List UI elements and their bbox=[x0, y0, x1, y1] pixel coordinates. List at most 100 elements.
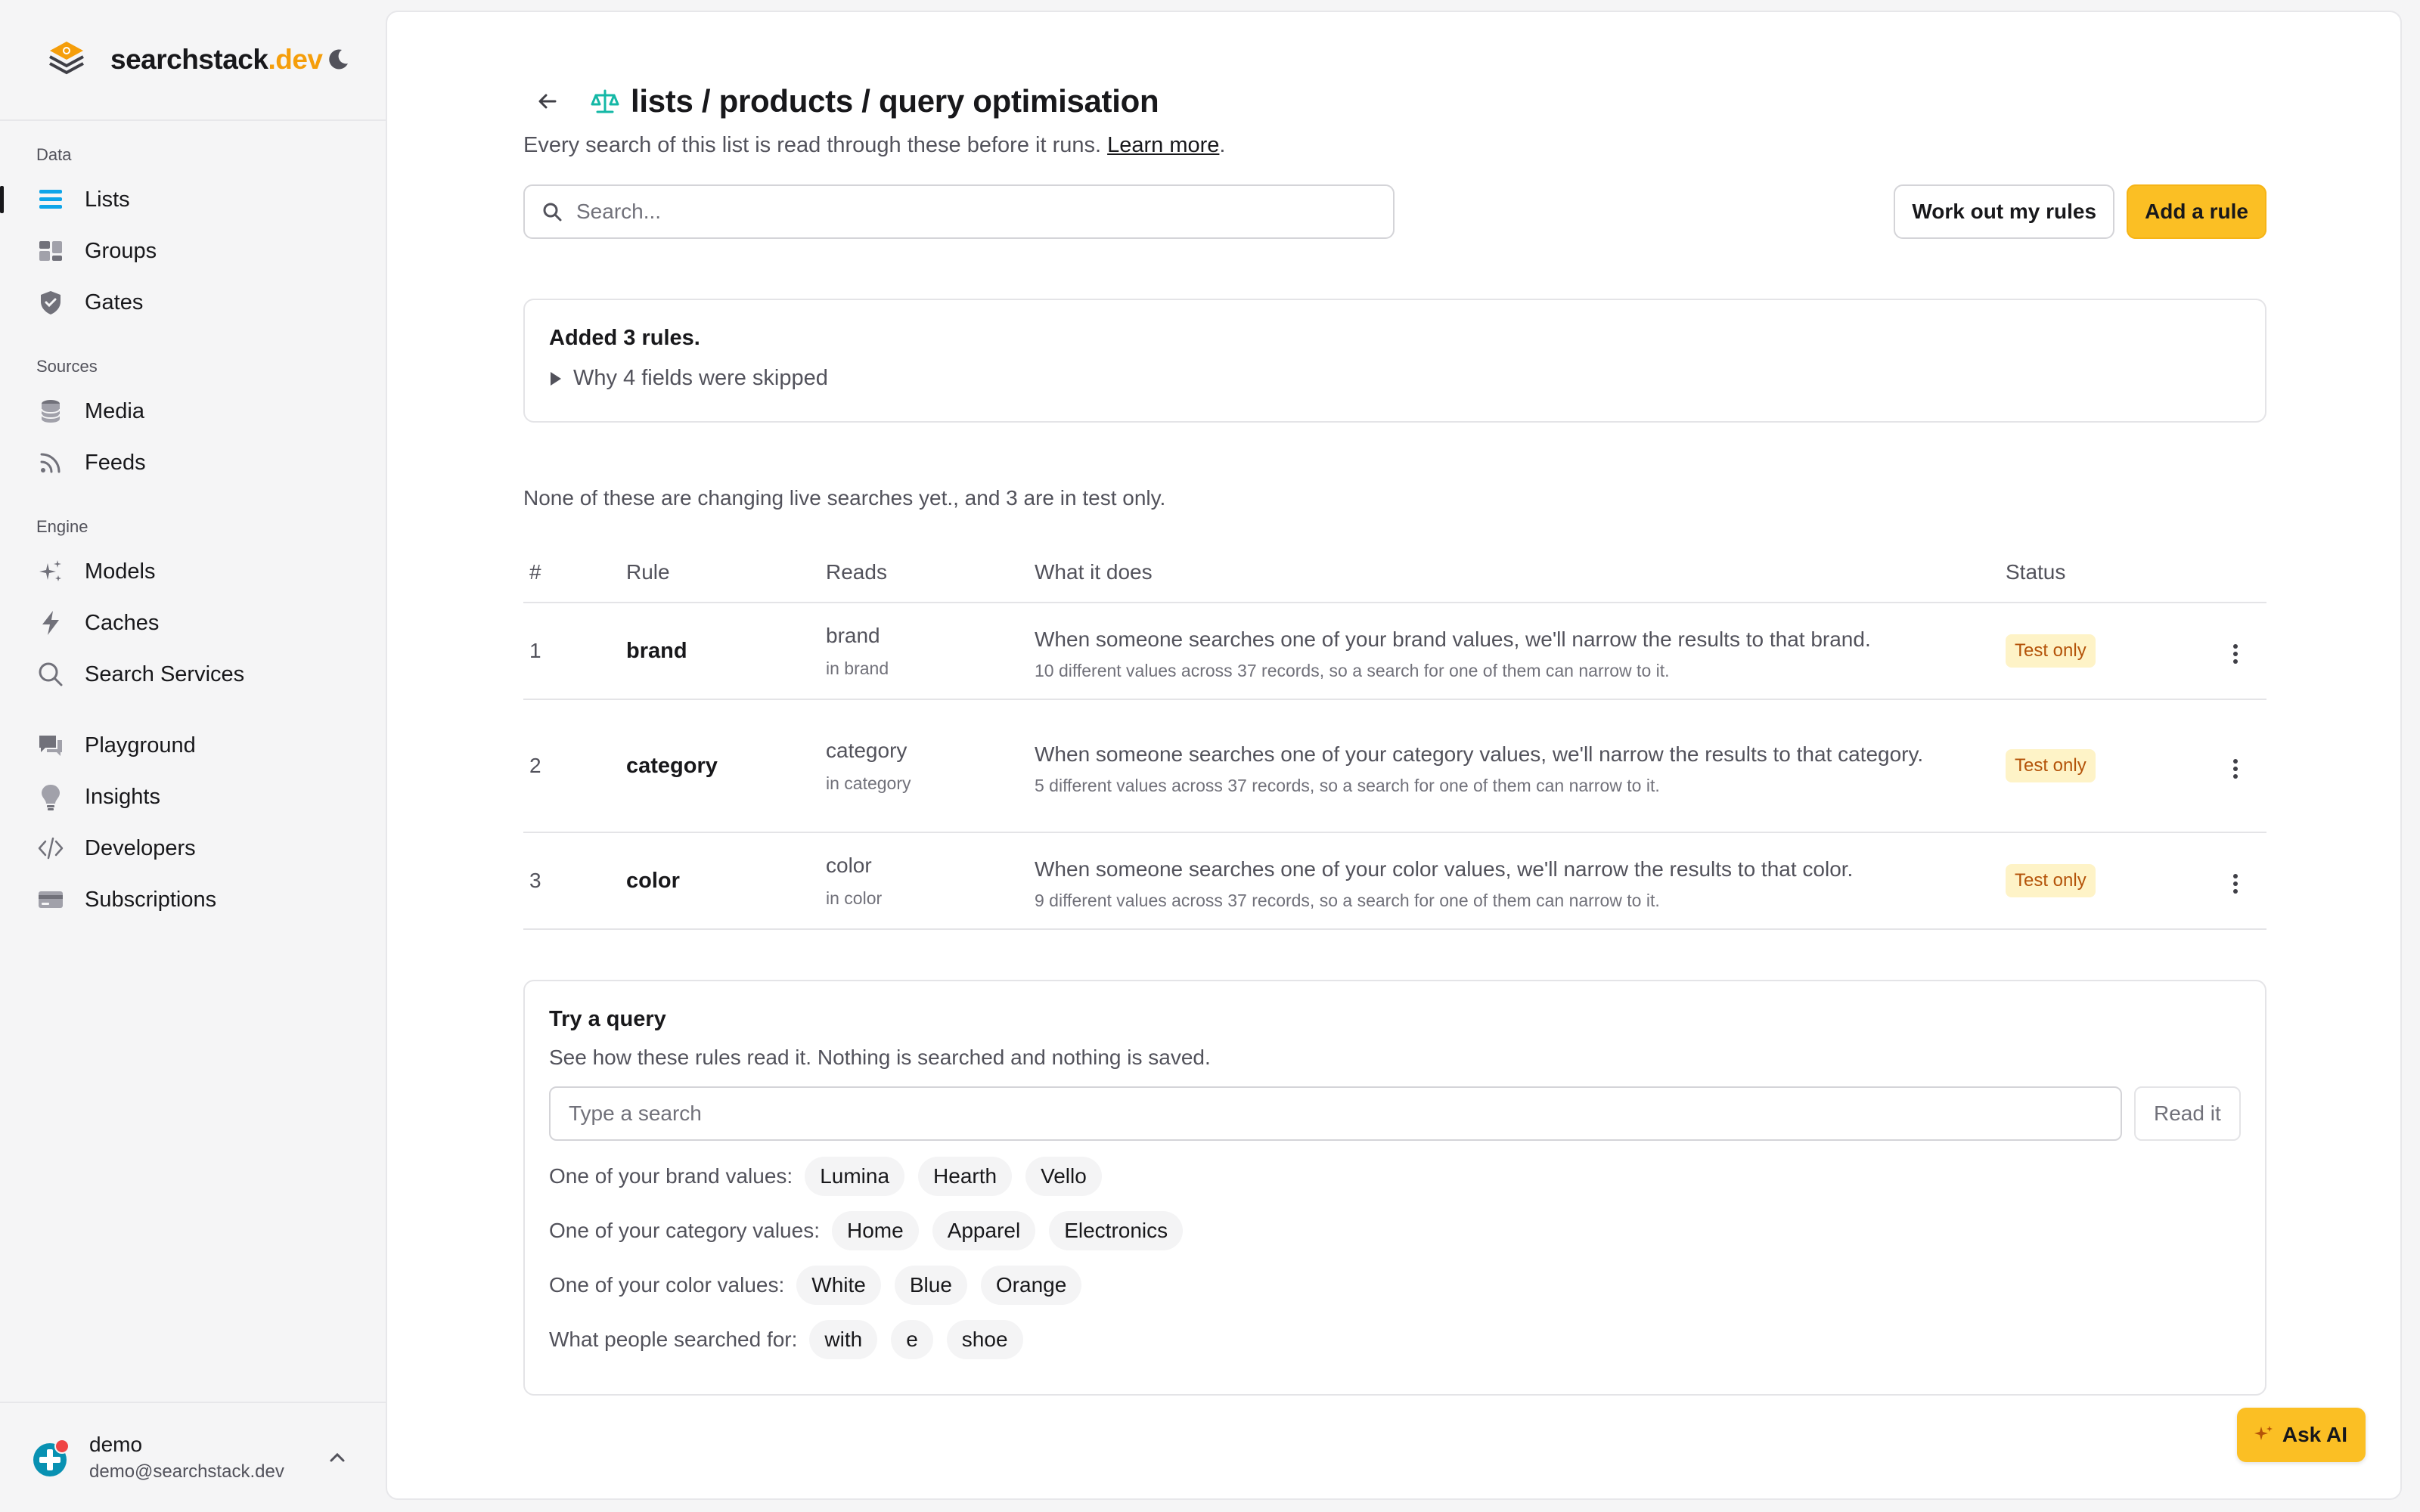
suggestion-chip[interactable]: Vello bbox=[1025, 1157, 1102, 1196]
rule-name: category bbox=[620, 699, 820, 833]
more-options-icon[interactable] bbox=[2232, 758, 2238, 779]
sparkles-icon bbox=[36, 557, 65, 586]
row-actions bbox=[2204, 699, 2266, 833]
suggestion-chip[interactable]: Lumina bbox=[805, 1157, 905, 1196]
rule-number: 3 bbox=[523, 832, 620, 930]
sidebar-item-label: Media bbox=[85, 398, 144, 423]
brand-header: searchstack.dev bbox=[0, 0, 386, 121]
bolt-icon bbox=[36, 609, 65, 637]
suggestion-row: What people searched for: with e shoe bbox=[549, 1320, 2241, 1359]
chevron-up-icon[interactable] bbox=[328, 1450, 346, 1465]
more-options-icon[interactable] bbox=[2232, 643, 2238, 664]
shield-icon bbox=[36, 288, 65, 317]
sidebar-item-caches[interactable]: Caches bbox=[0, 597, 386, 649]
sidebar-item-models[interactable]: Models bbox=[0, 546, 386, 597]
suggestion-chip[interactable]: White bbox=[796, 1266, 881, 1305]
page-title: lists / products / query optimisation bbox=[631, 83, 1159, 119]
table-row[interactable]: 3 color color in color When someone searches… bbox=[523, 832, 2266, 930]
rss-icon bbox=[36, 448, 65, 477]
back-arrow-icon[interactable] bbox=[534, 88, 561, 115]
try-input-row: Read it bbox=[549, 1086, 2241, 1141]
col-header-actions bbox=[2204, 542, 2266, 603]
suggestion-chip[interactable]: with bbox=[809, 1320, 878, 1359]
sidebar-item-label: Playground bbox=[85, 733, 196, 758]
reads-source: in category bbox=[826, 773, 911, 793]
table-header-row: # Rule Reads What it does Status bbox=[523, 542, 2266, 603]
description-text: When someone searches one of your color … bbox=[1035, 857, 1854, 881]
sidebar-item-playground[interactable]: Playground bbox=[0, 720, 386, 771]
read-it-button[interactable]: Read it bbox=[2134, 1086, 2241, 1141]
sidebar-item-label: Developers bbox=[85, 835, 196, 860]
rule-description: When someone searches one of your color … bbox=[1028, 832, 2000, 930]
status-badge: Test only bbox=[2006, 749, 2096, 782]
sidebar-item-search-services[interactable]: Search Services bbox=[0, 649, 386, 700]
suggestion-row: One of your category values: Home Apparel E… bbox=[549, 1211, 2241, 1250]
moon-icon[interactable] bbox=[325, 47, 351, 73]
groups-icon bbox=[36, 237, 65, 265]
suggestion-row: One of your brand values: Lumina Hearth Vel… bbox=[549, 1157, 2241, 1196]
status-badge: Test only bbox=[2006, 634, 2096, 668]
suggestion-chip[interactable]: Blue bbox=[894, 1266, 967, 1305]
sidebar-item-feeds[interactable]: Feeds bbox=[0, 437, 386, 488]
sidebar: searchstack.dev Data Lists Groups Gates Sour… bbox=[0, 0, 386, 1512]
notice-card: Added 3 rules. Why 4 fields were skipped bbox=[523, 299, 2266, 423]
rule-reads: category in category bbox=[820, 699, 1028, 833]
reads-field: brand bbox=[826, 623, 880, 647]
suggestion-chip[interactable]: Orange bbox=[980, 1266, 1082, 1305]
skipped-fields-label: Why 4 fields were skipped bbox=[573, 366, 828, 390]
database-icon bbox=[36, 397, 65, 426]
sidebar-item-gates[interactable]: Gates bbox=[0, 277, 386, 328]
col-header-rule: Rule bbox=[620, 542, 820, 603]
description-detail: 10 different values across 37 records, s… bbox=[1035, 660, 1670, 680]
page-header: lists / products / query optimisation bbox=[523, 79, 2266, 124]
rule-status: Test only bbox=[2000, 699, 2204, 833]
nav-section-data: Data bbox=[36, 145, 72, 164]
table-row[interactable]: 1 brand brand in brand When someone searches… bbox=[523, 603, 2266, 700]
description-detail: 5 different values across 37 records, so… bbox=[1035, 775, 1660, 795]
rule-description: When someone searches one of your brand … bbox=[1028, 603, 2000, 700]
suggestion-chip[interactable]: Electronics bbox=[1049, 1211, 1184, 1250]
suggestion-label: One of your color values: bbox=[549, 1273, 785, 1297]
learn-more-link[interactable]: Learn more bbox=[1107, 133, 1219, 157]
reads-source: in color bbox=[826, 888, 883, 908]
suggestion-chip[interactable]: e bbox=[891, 1320, 933, 1359]
try-query-input[interactable] bbox=[549, 1086, 2122, 1141]
sidebar-item-label: Caches bbox=[85, 610, 160, 635]
ask-ai-button[interactable]: Ask AI bbox=[2236, 1408, 2366, 1462]
rule-number: 1 bbox=[523, 603, 620, 700]
suggestion-chip[interactable]: Apparel bbox=[932, 1211, 1036, 1250]
rules-table: # Rule Reads What it does Status 1 brand b… bbox=[523, 542, 2266, 930]
sidebar-item-subscriptions[interactable]: Subscriptions bbox=[0, 874, 386, 925]
search-field[interactable] bbox=[523, 184, 1395, 239]
sidebar-item-media[interactable]: Media bbox=[0, 386, 386, 437]
sidebar-item-developers[interactable]: Developers bbox=[0, 823, 386, 874]
try-subtitle: See how these rules read it. Nothing is … bbox=[549, 1046, 1211, 1069]
suggestion-chip[interactable]: Hearth bbox=[918, 1157, 1013, 1196]
sidebar-item-lists[interactable]: Lists bbox=[0, 174, 386, 225]
user-menu[interactable]: demo demo@searchstack.dev bbox=[0, 1402, 386, 1512]
main-panel: lists / products / query optimisation Ev… bbox=[386, 11, 2402, 1500]
suggestion-chip[interactable]: Home bbox=[831, 1211, 919, 1250]
more-options-icon[interactable] bbox=[2232, 873, 2238, 894]
sidebar-item-label: Gates bbox=[85, 290, 144, 314]
suggestion-label: One of your brand values: bbox=[549, 1164, 793, 1188]
work-out-rules-button[interactable]: Work out my rules bbox=[1894, 184, 2115, 239]
sidebar-item-groups[interactable]: Groups bbox=[0, 225, 386, 277]
sidebar-item-insights[interactable]: Insights bbox=[0, 771, 386, 823]
row-actions bbox=[2204, 832, 2266, 930]
description-text: When someone searches one of your catego… bbox=[1035, 742, 1924, 766]
rule-name: color bbox=[620, 832, 820, 930]
add-rule-button[interactable]: Add a rule bbox=[2127, 184, 2266, 239]
ask-ai-label: Ask AI bbox=[2282, 1423, 2347, 1446]
sidebar-item-label: Models bbox=[85, 559, 156, 584]
user-email: demo@searchstack.dev bbox=[89, 1461, 284, 1482]
search-input[interactable] bbox=[576, 200, 1333, 224]
rule-reads: brand in brand bbox=[820, 603, 1028, 700]
search-icon bbox=[543, 203, 562, 222]
skipped-fields-disclosure[interactable]: Why 4 fields were skipped bbox=[549, 366, 2241, 391]
status-badge: Test only bbox=[2006, 864, 2096, 897]
table-row[interactable]: 2 category category in category When someone… bbox=[523, 699, 2266, 833]
brand-name[interactable]: searchstack.dev bbox=[110, 44, 323, 76]
suggestion-chip[interactable]: shoe bbox=[946, 1320, 1023, 1359]
user-name: demo bbox=[89, 1433, 143, 1456]
